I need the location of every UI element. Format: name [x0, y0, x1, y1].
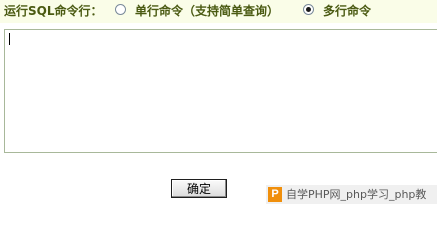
run-sql-label: 运行SQL命令行： — [4, 4, 103, 18]
header-bar: 运行SQL命令行： 单行命令（支持简单查询） 多行命令 — [0, 0, 437, 23]
php-logo-icon: P — [268, 187, 282, 202]
single-line-radio[interactable] — [115, 4, 126, 15]
sql-command-panel: 运行SQL命令行： 单行命令（支持简单查询） 多行命令 确定 P 自学PHP网_… — [0, 0, 437, 208]
multi-line-radio[interactable] — [303, 4, 314, 15]
multi-line-option-label[interactable]: 多行命令 — [323, 3, 371, 19]
confirm-button[interactable]: 确定 — [171, 179, 227, 198]
single-line-option-label[interactable]: 单行命令（支持简单查询） — [135, 3, 279, 19]
site-watermark: P 自学PHP网_php学习_php教 — [266, 185, 437, 204]
sql-command-textarea[interactable] — [4, 29, 437, 153]
text-caret — [9, 33, 10, 45]
watermark-text: 自学PHP网_php学习_php教 — [286, 188, 427, 201]
